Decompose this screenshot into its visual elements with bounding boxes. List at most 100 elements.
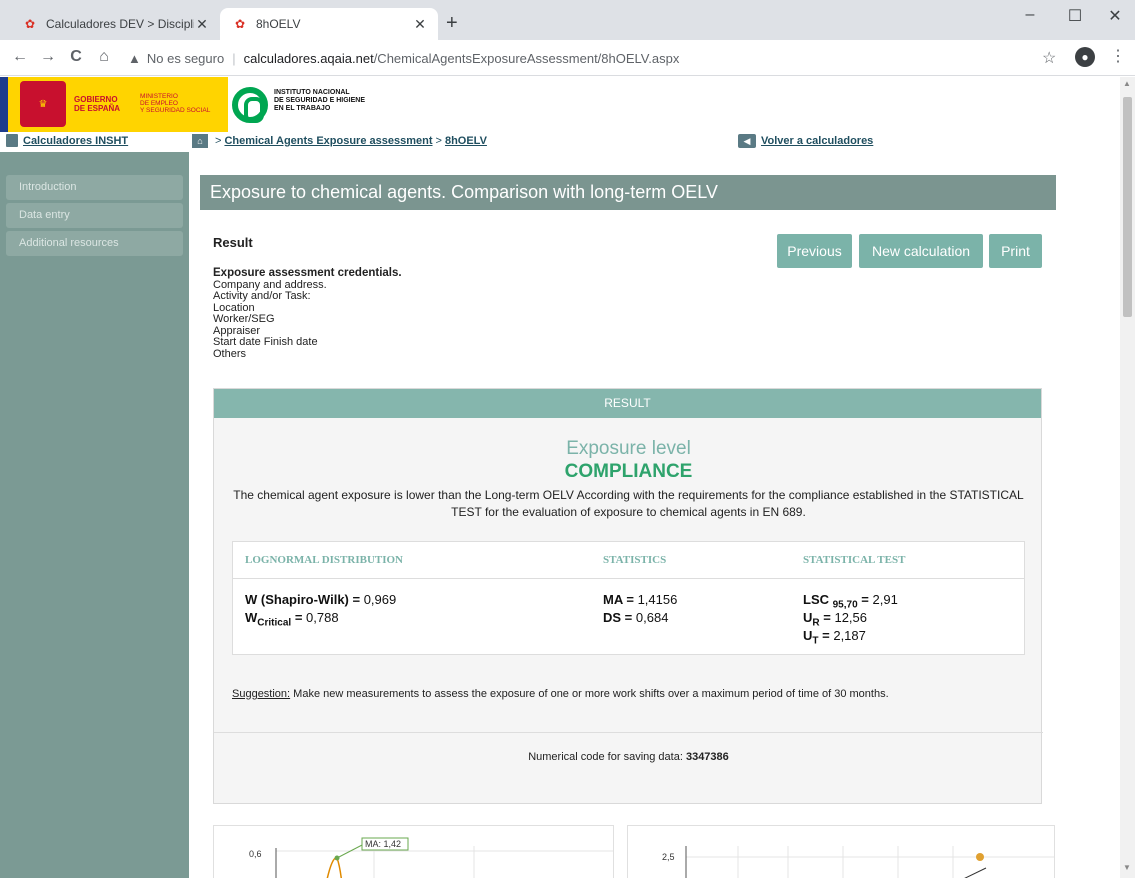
numerical-code-value: 3347386 — [685, 751, 729, 763]
credential-line: Activity and/or Task: — [213, 290, 311, 302]
breadcrumb-separator: > — [215, 135, 222, 147]
breadcrumb-link-8hoelv[interactable]: 8hOELV — [445, 135, 487, 147]
scroll-down-icon[interactable]: ▼ — [1123, 863, 1131, 872]
chart-left-svg: 0,6 MA: 1,42 — [249, 837, 613, 878]
breadcrumb-path: ⌂ > Chemical Agents Exposure assessment … — [192, 134, 487, 148]
browser-tab-8hoelv[interactable]: ✿ 8hOELV ✕ — [220, 8, 438, 40]
page-scrollbar[interactable]: ▲ ▼ — [1120, 77, 1135, 878]
coat-of-arms-icon: ♛ — [20, 81, 66, 127]
calculator-icon — [6, 134, 18, 147]
reload-icon[interactable]: C — [66, 48, 86, 66]
credential-line: Others — [213, 347, 247, 360]
calculadores-link[interactable]: Calculadores INSHT — [23, 135, 128, 147]
chart-left: 0,6 MA: 1,42 — [213, 825, 614, 878]
breadcrumb: Calculadores INSHT ⌂ > Chemical Agents E… — [0, 132, 1120, 152]
site-banner: ♛ GOBIERNO DE ESPAÑA MINISTERIO DE EMPLE… — [0, 77, 1120, 132]
trend-line — [964, 867, 987, 878]
maximize-button[interactable]: ☐ — [1060, 6, 1090, 26]
result-panel: RESULT Exposure level COMPLIANCE The che… — [213, 388, 1043, 804]
y-tick-label: 0,6 — [249, 849, 262, 859]
close-tab-icon[interactable]: ✕ — [412, 16, 428, 33]
warning-icon: ▲ — [128, 50, 141, 66]
page-title: Exposure to chemical agents. Comparison … — [200, 175, 1056, 210]
compliance-verdict: COMPLIANCE — [564, 461, 693, 482]
breadcrumb-separator: > — [435, 135, 442, 147]
ma-annotation: MA: 1,42 — [365, 839, 401, 849]
security-label: No es seguro — [146, 50, 225, 66]
back-icon[interactable]: ← — [10, 48, 30, 66]
w-shapiro-wilk: W (Shapiro-Wilk) = 0,969 — [245, 592, 397, 607]
exposure-level-label: Exposure level — [566, 438, 691, 459]
new-calculation-button[interactable]: New calculation — [859, 234, 983, 268]
chart-right-svg: 2,5 — [662, 846, 1054, 878]
menu-kebab-icon[interactable]: ⋮ — [1110, 46, 1126, 66]
scrollbar-thumb[interactable] — [1123, 97, 1132, 317]
suggestion-body: Make new measurements to assess the expo… — [290, 688, 889, 700]
volver-link[interactable]: Volver a calculadores — [761, 135, 873, 147]
sidebar-item-introduction[interactable]: Introduction — [6, 175, 183, 200]
new-tab-button[interactable]: + — [446, 12, 458, 35]
sidebar-item-additional-resources[interactable]: Additional resources — [6, 231, 183, 256]
back-arrow-icon: ◀ — [738, 134, 756, 148]
eu-flag-icon — [0, 77, 8, 132]
tab-title: 8hOELV — [256, 17, 301, 31]
gobierno-logo: ♛ GOBIERNO DE ESPAÑA MINISTERIO DE EMPLE… — [0, 77, 228, 132]
address-bar[interactable]: ▲ No es seguro | calculadores.aqaia.net /… — [128, 44, 1063, 72]
col-statistical-test: STATISTICAL TEST — [803, 554, 906, 566]
bookmark-star-icon[interactable]: ☆ — [1042, 48, 1056, 68]
suggestion-text: Suggestion: Make new measurements to ass… — [232, 688, 889, 700]
w-critical: WCritical = 0,788 — [245, 610, 339, 629]
chart-right: 2,5 — [627, 825, 1055, 878]
close-tab-icon[interactable]: ✕ — [194, 16, 210, 33]
minimize-button[interactable]: – — [1015, 6, 1045, 24]
previous-button[interactable]: Previous — [777, 234, 852, 268]
distribution-curve — [326, 857, 343, 878]
ds-value: DS = 0,684 — [603, 610, 669, 625]
page-viewport: ♛ GOBIERNO DE ESPAÑA MINISTERIO DE EMPLE… — [0, 77, 1120, 878]
result-title: Result — [213, 235, 253, 250]
ministerio-text: MINISTERIO DE EMPLEO Y SEGURIDAD SOCIAL — [140, 93, 211, 114]
breadcrumb-link-chemical[interactable]: Chemical Agents Exposure assessment — [224, 135, 432, 147]
ma-point — [334, 855, 340, 861]
col-statistics: STATISTICS — [603, 554, 667, 566]
browser-tab-calculadores[interactable]: ✿ Calculadores DEV > Disciplinas > ✕ — [10, 8, 220, 40]
site-favicon-icon: ✿ — [234, 17, 246, 31]
ut-value: UT = 2,187 — [803, 628, 866, 647]
suggestion-label: Suggestion: — [232, 688, 291, 700]
url-host: calculadores.aqaia.net — [243, 50, 374, 66]
result-header: RESULT — [214, 389, 1041, 418]
ur-value: UR = 12,56 — [803, 610, 868, 629]
scroll-up-icon[interactable]: ▲ — [1123, 79, 1131, 88]
insht-logo-icon — [232, 87, 268, 123]
insht-text: INSTITUTO NACIONAL DE SEGURIDAD E HIGIEN… — [274, 89, 366, 112]
credentials-title: Exposure assessment credentials. — [213, 267, 402, 279]
credential-line: Worker/SEG — [213, 313, 275, 325]
browser-tab-strip: ✿ Calculadores DEV > Disciplinas > ✕ ✿ 8… — [0, 0, 1135, 40]
statistics-table: LOGNORMAL DISTRIBUTION STATISTICS STATIS… — [232, 541, 1025, 655]
sidebar: Introduction Data entry Additional resou… — [0, 152, 189, 878]
credentials-block: Exposure assessment credentials. Company… — [213, 267, 402, 360]
lsc-value: LSC 95,70 = 2,91 — [803, 592, 898, 611]
ma-value: MA = 1,4156 — [603, 592, 678, 607]
back-link-wrap: ◀ Volver a calculadores — [738, 134, 873, 148]
y-tick-label: 2,5 — [662, 852, 675, 862]
tab-title: Calculadores DEV > Disciplinas > — [46, 17, 194, 31]
gobierno-text: GOBIERNO DE ESPAÑA — [74, 95, 121, 113]
calculadores-link-wrap: Calculadores INSHT — [6, 134, 128, 147]
data-point — [976, 853, 984, 861]
col-lognormal: LOGNORMAL DISTRIBUTION — [245, 554, 404, 566]
home-icon[interactable]: ⌂ — [192, 134, 208, 148]
print-button[interactable]: Print — [989, 234, 1042, 268]
browser-toolbar: ← → C ⌂ ▲ No es seguro | calculadores.aq… — [0, 40, 1135, 76]
credential-line: Start date Finish date — [213, 336, 318, 348]
site-favicon-icon: ✿ — [24, 17, 36, 31]
home-icon[interactable]: ⌂ — [94, 48, 114, 66]
result-description: The chemical agent exposure is lower tha… — [233, 488, 1024, 519]
url-path: /ChemicalAgentsExposureAssessment/8hOELV… — [373, 50, 680, 66]
address-separator: | — [232, 50, 236, 66]
forward-icon[interactable]: → — [38, 48, 58, 66]
table-divider — [233, 578, 1024, 579]
close-window-button[interactable]: ✕ — [1100, 6, 1130, 26]
account-icon[interactable]: ● — [1075, 47, 1095, 67]
sidebar-item-data-entry[interactable]: Data entry — [6, 203, 183, 228]
